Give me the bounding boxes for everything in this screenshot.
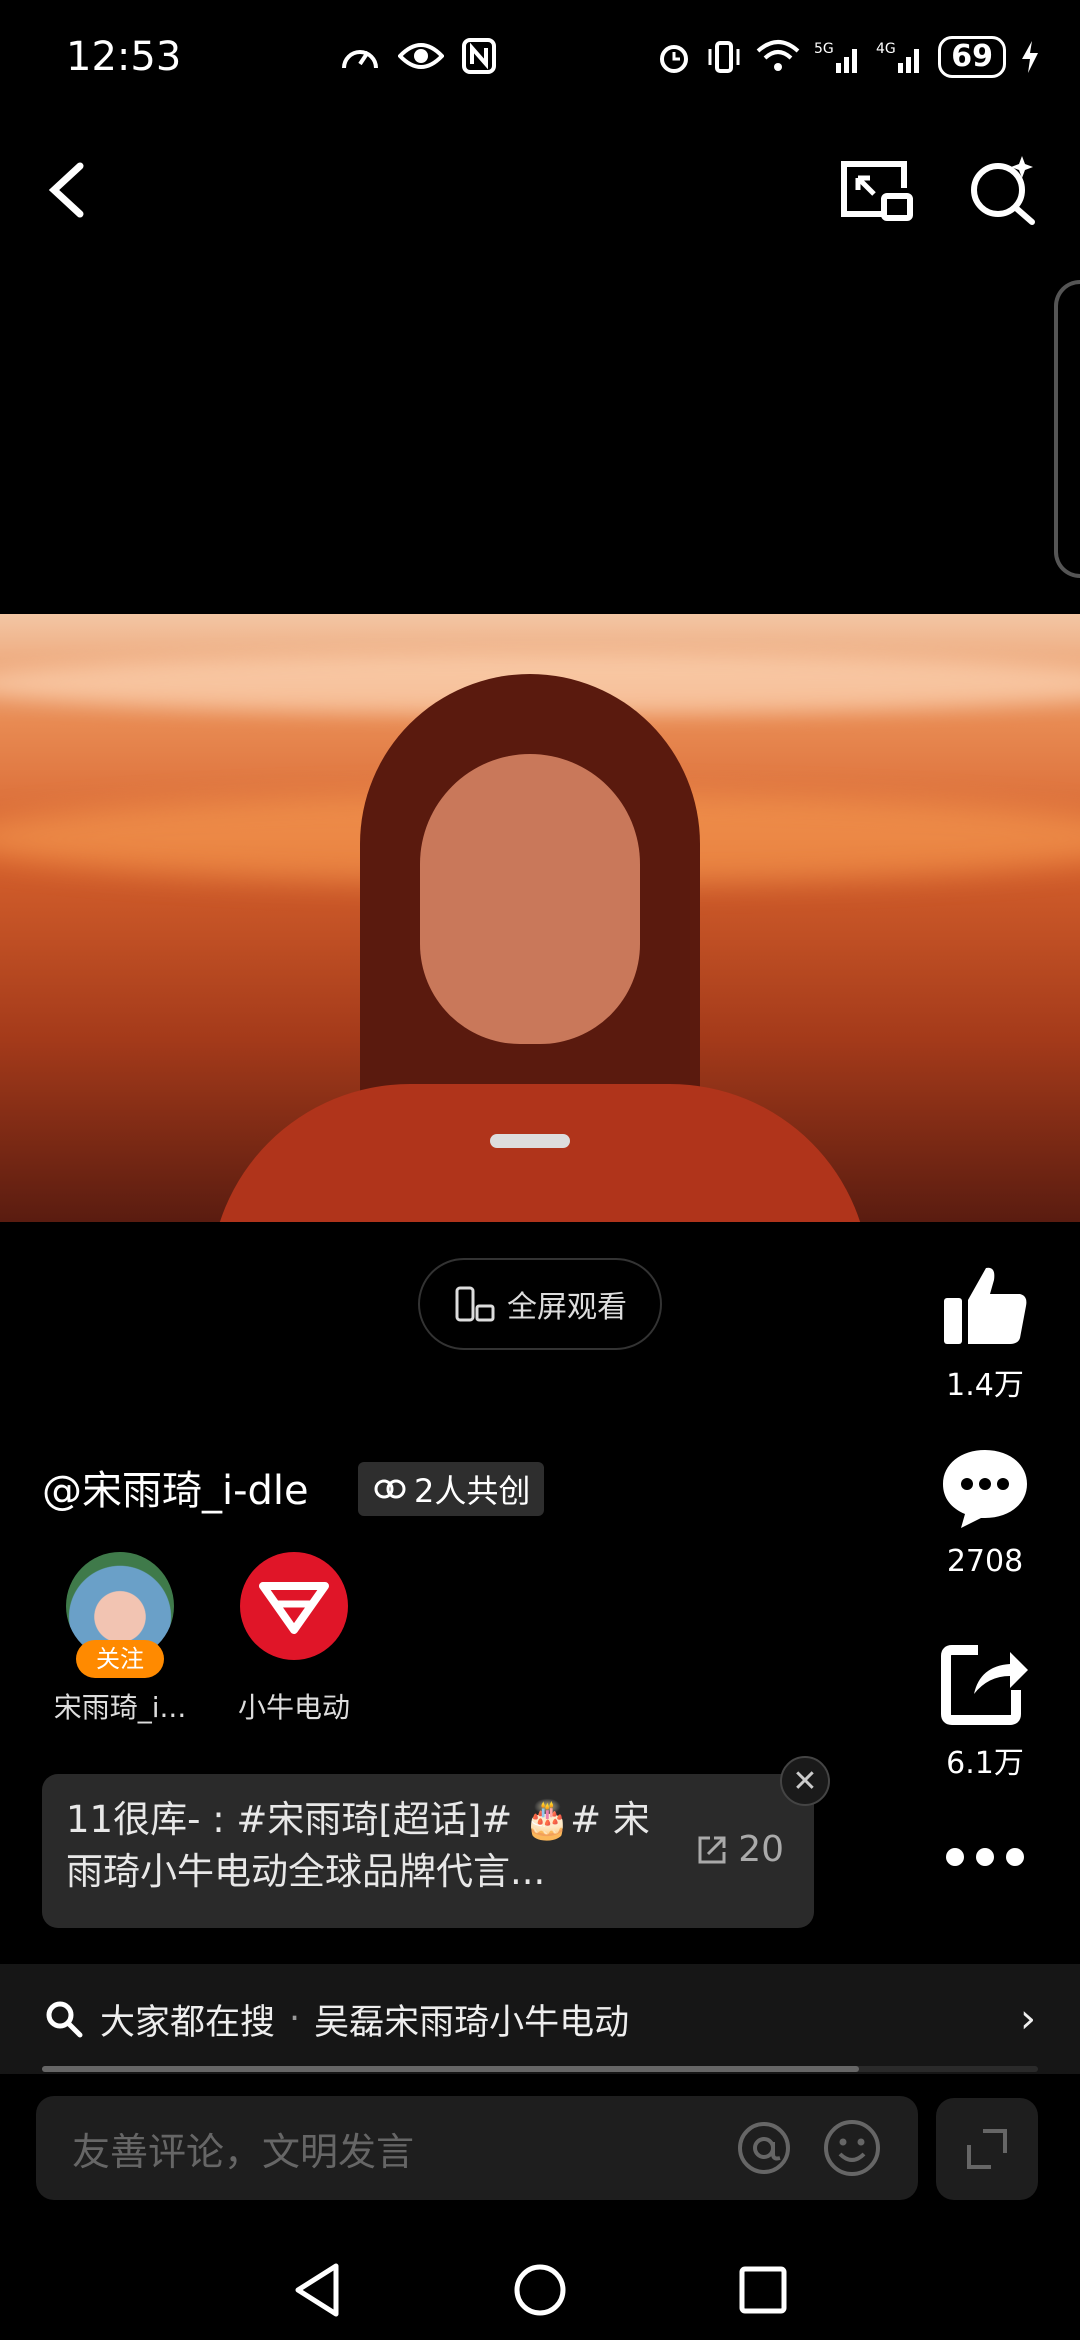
comment-count: 2708 bbox=[946, 1544, 1024, 1579]
search-icon bbox=[46, 2001, 83, 2038]
4g-signal-icon: 4G bbox=[876, 41, 920, 73]
share-count: 6.1万 bbox=[946, 1746, 1024, 1781]
creator-item[interactable]: 关注 宋雨琦_i... bbox=[50, 1552, 190, 1726]
comment-bubble-icon bbox=[943, 1450, 1027, 1528]
link-loop-icon bbox=[374, 1479, 406, 1499]
thumbs-up-icon bbox=[944, 1267, 1027, 1344]
close-icon: ✕ bbox=[792, 1764, 818, 1799]
topic-card[interactable]: 11很库- : #宋雨琦[超话]# 🎂# 宋雨琦小牛电动全球品牌代言... 20 bbox=[42, 1774, 814, 1928]
more-button[interactable] bbox=[920, 1842, 1050, 1880]
cocreate-label: 2人共创 bbox=[414, 1472, 531, 1510]
video-figure-necklace bbox=[490, 1134, 570, 1148]
avatar[interactable] bbox=[240, 1552, 348, 1660]
cocreate-badge[interactable]: 2人共创 bbox=[358, 1462, 545, 1516]
alarm-icon bbox=[660, 45, 689, 73]
topic-repost[interactable]: 20 bbox=[694, 1824, 784, 1876]
avatar[interactable]: 关注 bbox=[66, 1552, 174, 1678]
comment-input[interactable]: 友善评论，文明发言 bbox=[36, 2096, 918, 2200]
fullscreen-button[interactable]: 全屏观看 bbox=[418, 1258, 662, 1350]
nfc-icon bbox=[462, 38, 496, 74]
nav-back-icon[interactable] bbox=[292, 2262, 342, 2318]
5g-signal-icon: 5G bbox=[814, 41, 858, 73]
search-button[interactable] bbox=[960, 150, 1044, 230]
trending-search-bar[interactable]: 大家都在搜 · 吴磊宋雨琦小牛电动 › bbox=[0, 1964, 1080, 2074]
side-drawer-handle[interactable] bbox=[1054, 280, 1080, 578]
status-time: 12:53 bbox=[66, 34, 182, 80]
creator-item[interactable]: 小牛电动 bbox=[224, 1552, 364, 1726]
chevron-left-icon bbox=[48, 162, 84, 218]
rotate-screen-icon bbox=[455, 1286, 495, 1322]
battery-indicator: 69 bbox=[938, 36, 1006, 78]
chevron-right-icon: › bbox=[1020, 1996, 1036, 2042]
share-button[interactable]: 6.1万 bbox=[920, 1640, 1050, 1782]
search-prefix: 大家都在搜 bbox=[100, 2002, 276, 2043]
author-handle[interactable]: @宋雨琦_i-dle bbox=[42, 1458, 309, 1516]
fullscreen-label: 全屏观看 bbox=[507, 1290, 627, 1325]
comment-button[interactable]: 2708 bbox=[920, 1446, 1050, 1579]
search-query: 吴磊宋雨琦小牛电动 bbox=[314, 2002, 630, 2043]
follow-button[interactable]: 关注 bbox=[76, 1640, 164, 1678]
creator-name: 宋雨琦_i... bbox=[53, 1691, 187, 1724]
repost-icon bbox=[698, 1836, 726, 1864]
charging-icon bbox=[1022, 41, 1038, 73]
topic-text: 11很库- : #宋雨琦[超话]# 🎂# 宋雨琦小牛电动全球品牌代言... bbox=[66, 1798, 650, 1893]
svg-text:5G: 5G bbox=[814, 41, 834, 57]
creator-name: 小牛电动 bbox=[237, 1691, 350, 1724]
search-sparkle-icon bbox=[971, 156, 1035, 225]
like-count: 1.4万 bbox=[946, 1368, 1024, 1403]
speedometer-icon bbox=[342, 50, 378, 69]
video-player[interactable] bbox=[0, 614, 1080, 1222]
status-right: 5G 4G 69 bbox=[656, 36, 1040, 78]
close-button[interactable]: ✕ bbox=[780, 1756, 830, 1806]
share-icon bbox=[941, 1645, 1028, 1725]
picture-in-picture-icon bbox=[841, 161, 913, 221]
svg-text:4G: 4G bbox=[876, 41, 896, 57]
status-left-icons bbox=[340, 38, 496, 74]
niu-logo-icon bbox=[259, 1582, 329, 1634]
wifi-icon bbox=[756, 40, 800, 71]
eye-icon bbox=[398, 43, 444, 69]
back-button[interactable] bbox=[40, 150, 100, 230]
emoji-icon[interactable] bbox=[822, 2118, 882, 2178]
nav-recents-icon[interactable] bbox=[738, 2265, 788, 2315]
mention-icon[interactable] bbox=[736, 2120, 792, 2176]
expand-button[interactable] bbox=[936, 2098, 1038, 2200]
more-dots-icon bbox=[946, 1848, 1024, 1866]
expand-icon bbox=[967, 2129, 1007, 2169]
video-figure-face bbox=[420, 754, 640, 1044]
progress-fill bbox=[42, 2066, 859, 2072]
picture-in-picture-button[interactable] bbox=[834, 150, 918, 230]
search-separator: · bbox=[289, 1999, 301, 2039]
system-nav-bar bbox=[0, 2240, 1080, 2340]
video-figure-body bbox=[210, 1084, 870, 1222]
topic-count: 20 bbox=[738, 1829, 784, 1870]
vibrate-icon bbox=[708, 41, 740, 73]
like-button[interactable]: 1.4万 bbox=[920, 1262, 1050, 1404]
nav-home-icon[interactable] bbox=[512, 2262, 568, 2318]
comment-placeholder: 友善评论，文明发言 bbox=[72, 2129, 415, 2174]
